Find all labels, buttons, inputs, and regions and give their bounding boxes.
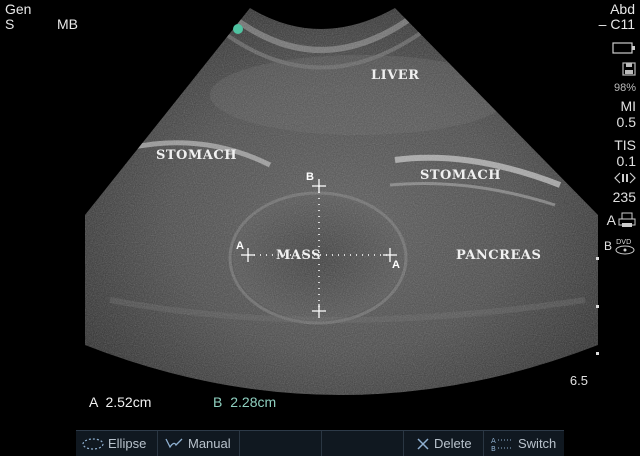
orientation-marker bbox=[233, 24, 243, 34]
pancreas-label: PANCREAS bbox=[456, 248, 542, 263]
manual-trace-icon bbox=[165, 438, 183, 448]
top-left-info: Gen S MB bbox=[5, 2, 78, 32]
liver-label: LIVER bbox=[371, 68, 420, 83]
ultrasound-image bbox=[85, 8, 599, 395]
mass-label: MASS bbox=[276, 248, 321, 263]
dvd-icon: DVD bbox=[615, 238, 635, 255]
storage-percent: 98% bbox=[613, 82, 636, 94]
measurement-a: A 2.52cm bbox=[89, 394, 151, 410]
battery-icon bbox=[612, 42, 636, 56]
caliper-b-top-letter: B bbox=[306, 171, 314, 183]
ellipse-icon bbox=[82, 437, 104, 450]
measurement-a-value: 2.52cm bbox=[105, 394, 152, 410]
measurement-b: B 2.28cm bbox=[213, 394, 276, 410]
ellipse-button[interactable]: Ellipse bbox=[76, 431, 158, 456]
scale-value: 6.5 bbox=[569, 373, 588, 388]
measurement-a-label: A bbox=[89, 394, 98, 410]
record-b[interactable]: B DVD bbox=[604, 236, 636, 256]
delete-button[interactable]: Delete bbox=[404, 431, 484, 456]
empty-button-2[interactable] bbox=[322, 431, 404, 456]
measurement-b-label: B bbox=[213, 394, 223, 410]
mode-label: MB bbox=[57, 16, 78, 32]
stomach-right-label: STOMACH bbox=[420, 168, 501, 183]
depth-value: 235 bbox=[612, 189, 636, 205]
print-a[interactable]: A bbox=[607, 212, 636, 228]
svg-text:B: B bbox=[491, 445, 496, 452]
caliper-a-left-letter: A bbox=[236, 240, 244, 252]
switch-label: Switch bbox=[518, 436, 557, 451]
disk-icon bbox=[622, 62, 636, 78]
mi-label: MI bbox=[620, 98, 636, 114]
top-right-info: Abd – C11 bbox=[599, 2, 635, 32]
mi-value: 0.5 bbox=[616, 114, 636, 130]
manual-button[interactable]: Manual bbox=[158, 431, 240, 456]
manual-label: Manual bbox=[188, 436, 231, 451]
record-b-label: B bbox=[603, 239, 612, 253]
tis-label: TIS bbox=[614, 137, 636, 153]
delete-x-icon bbox=[417, 437, 429, 450]
svg-text:DVD: DVD bbox=[616, 238, 631, 246]
ellipse-label: Ellipse bbox=[108, 436, 147, 451]
stomach-left-label: STOMACH bbox=[156, 148, 237, 163]
switch-button[interactable]: AB Switch bbox=[484, 431, 564, 456]
printer-icon bbox=[618, 212, 636, 227]
gen-label: Gen bbox=[5, 1, 32, 17]
caliper-a-right-letter: A bbox=[392, 259, 400, 271]
print-a-label: A bbox=[606, 212, 616, 228]
preset-label: Abd bbox=[610, 1, 635, 17]
frame-icon bbox=[614, 172, 636, 186]
switch-ab-icon: AB bbox=[491, 437, 512, 452]
s-label: S bbox=[5, 16, 15, 32]
tis-value: 0.1 bbox=[616, 153, 636, 169]
delete-label: Delete bbox=[434, 436, 472, 451]
svg-text:A: A bbox=[491, 437, 496, 445]
measurement-b-value: 2.28cm bbox=[230, 394, 277, 410]
empty-button-1[interactable] bbox=[240, 431, 322, 456]
bottom-toolbar: Ellipse Manual Delete AB Switch bbox=[76, 430, 564, 456]
probe-label: – C11 bbox=[598, 16, 635, 32]
